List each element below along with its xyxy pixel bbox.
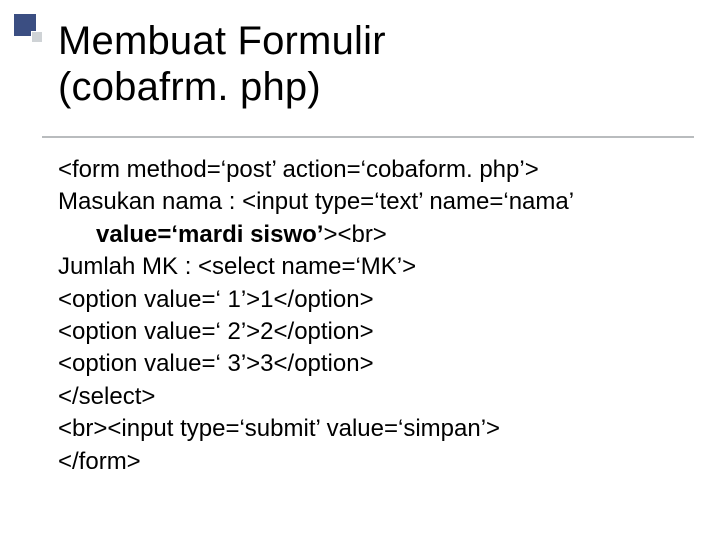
corner-decoration <box>14 14 48 48</box>
slide: Membuat Formulir (cobafrm. php) <form me… <box>0 0 720 540</box>
code-line: Jumlah MK : <select name=‘MK’> <box>58 251 680 283</box>
code-line: <option value=‘ 3’>3</option> <box>58 348 680 380</box>
square-icon <box>31 31 43 43</box>
slide-title: Membuat Formulir (cobafrm. php) <box>58 18 690 110</box>
code-line: value=‘mardi siswo’><br> <box>58 219 680 251</box>
code-line: </form> <box>58 446 680 478</box>
code-line: <form method=‘post’ action=‘cobaform. ph… <box>58 154 680 186</box>
title-line-1: Membuat Formulir <box>58 19 386 63</box>
code-line: </select> <box>58 381 680 413</box>
square-icon <box>14 14 36 36</box>
title-line-2: (cobafrm. php) <box>58 65 321 109</box>
divider <box>42 136 694 138</box>
code-text: ><br> <box>323 221 386 248</box>
code-bold: value=‘mardi siswo’ <box>96 221 323 248</box>
code-line: Masukan nama : <input type=‘text’ name=‘… <box>58 186 680 218</box>
slide-body: <form method=‘post’ action=‘cobaform. ph… <box>58 154 680 478</box>
code-line: <option value=‘ 2’>2</option> <box>58 316 680 348</box>
code-line: <br><input type=‘submit’ value=‘simpan’> <box>58 413 680 445</box>
code-line: <option value=‘ 1’>1</option> <box>58 284 680 316</box>
